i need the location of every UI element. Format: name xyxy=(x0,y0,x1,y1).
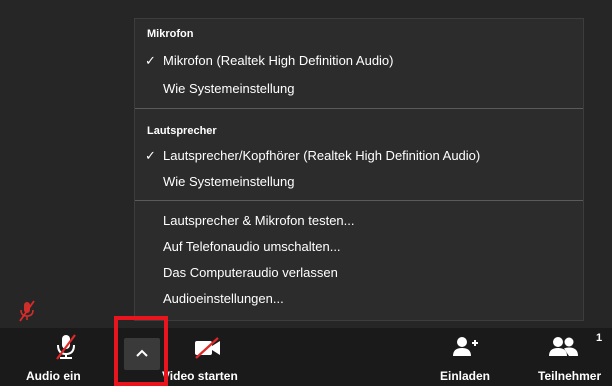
section-header-microphone: Mikrofon xyxy=(147,28,194,40)
menu-item-mic-system[interactable]: Wie Systemeinstellung xyxy=(135,78,583,100)
menu-item-phone-audio[interactable]: Auf Telefonaudio umschalten... xyxy=(135,236,583,258)
audio-options-menu: Mikrofon ✓ Mikrofon (Realtek High Defini… xyxy=(134,18,584,321)
menu-item-audio-settings[interactable]: Audioeinstellungen... xyxy=(135,288,583,310)
menu-item-speaker-system[interactable]: Wie Systemeinstellung xyxy=(135,171,583,193)
menu-item-speaker-realtek[interactable]: ✓ Lautsprecher/Kopfhörer (Realtek High D… xyxy=(135,145,583,167)
start-video-button[interactable]: Video starten xyxy=(160,328,250,386)
add-user-icon xyxy=(453,337,478,356)
invite-label: Einladen xyxy=(439,369,490,383)
highlight-box xyxy=(114,316,168,386)
participants-button[interactable]: 1 Teilnehmer xyxy=(534,328,612,386)
section-header-speaker: Lautsprecher xyxy=(147,125,217,137)
meeting-toolbar: Audio ein Video starten Einladen 1 Teiln… xyxy=(0,328,612,386)
menu-separator xyxy=(135,108,583,109)
menu-item-label: Lautsprecher/Kopfhörer (Realtek High Def… xyxy=(163,148,481,163)
microphone-muted-icon xyxy=(56,334,76,360)
menu-item-mic-realtek[interactable]: ✓ Mikrofon (Realtek High Definition Audi… xyxy=(135,50,583,72)
menu-item-label: Lautsprecher & Mikrofon testen... xyxy=(163,213,355,228)
participants-count-badge: 1 xyxy=(596,332,603,344)
menu-item-label: Das Computeraudio verlassen xyxy=(163,265,338,280)
invite-button[interactable]: Einladen xyxy=(430,328,500,386)
participants-label: Teilnehmer xyxy=(538,369,602,383)
participants-icon xyxy=(549,337,578,356)
meeting-window: Mikrofon ✓ Mikrofon (Realtek High Defini… xyxy=(0,0,612,386)
checkmark-icon: ✓ xyxy=(145,148,156,163)
menu-item-test-audio[interactable]: Lautsprecher & Mikrofon testen... xyxy=(135,210,583,232)
menu-item-label: Wie Systemeinstellung xyxy=(163,174,295,189)
audio-button[interactable]: Audio ein xyxy=(26,328,102,386)
menu-separator xyxy=(135,200,583,201)
audio-button-label: Audio ein xyxy=(26,369,81,383)
muted-microphone-icon xyxy=(19,300,35,322)
video-camera-off-icon xyxy=(195,337,220,359)
menu-item-label: Audioeinstellungen... xyxy=(163,291,284,306)
menu-item-leave-computer-audio[interactable]: Das Computeraudio verlassen xyxy=(135,262,583,284)
menu-item-label: Mikrofon (Realtek High Definition Audio) xyxy=(163,53,394,68)
menu-item-label: Wie Systemeinstellung xyxy=(163,81,295,96)
checkmark-icon: ✓ xyxy=(145,53,156,68)
start-video-label: Video starten xyxy=(162,369,238,383)
menu-item-label: Auf Telefonaudio umschalten... xyxy=(163,239,341,254)
